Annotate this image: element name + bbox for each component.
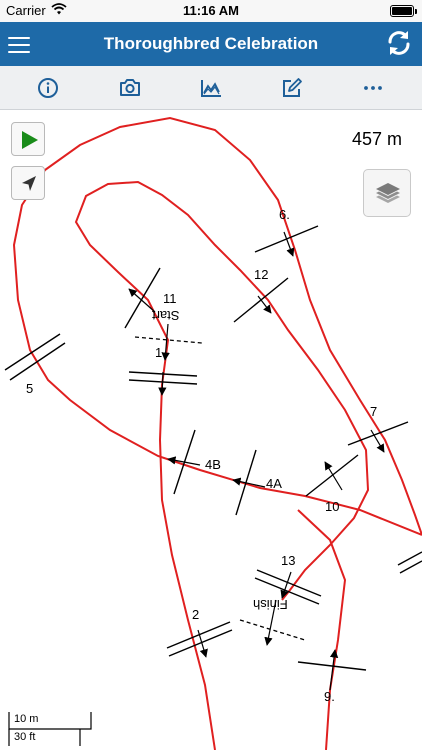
- course-map[interactable]: 457 m 6. 12 11 Start 1 5 7 4B 4A 10 13 F…: [0, 110, 422, 750]
- nav-bar: Thoroughbred Celebration: [0, 22, 422, 66]
- toolbar: [0, 66, 422, 110]
- marker-label-4b: 4B: [205, 457, 221, 472]
- course-track: [4, 116, 422, 750]
- status-time: 11:16 AM: [183, 3, 239, 18]
- direction-arrow-1: [158, 371, 167, 396]
- sync-icon[interactable]: [384, 28, 414, 58]
- marker-label-6: 6.: [279, 207, 290, 222]
- marker-label-7: 7: [370, 404, 378, 419]
- marker-label-2: 2: [192, 607, 200, 622]
- more-icon[interactable]: [360, 75, 386, 101]
- marker-label-10: 10: [325, 499, 340, 514]
- marker-label-11: 11: [163, 291, 177, 306]
- battery-icon: [390, 5, 417, 17]
- gate-10: [305, 454, 359, 497]
- locate-button[interactable]: [11, 166, 45, 200]
- marker-label-4a: 4A: [266, 476, 282, 491]
- finish-line: [239, 619, 306, 641]
- play-icon: [22, 131, 38, 149]
- info-icon[interactable]: [35, 75, 61, 101]
- marker-label-start: Start: [152, 308, 180, 323]
- direction-arrow-4a: [232, 477, 266, 488]
- direction-arrow-9: [329, 649, 339, 691]
- marker-label-9: 9.: [324, 689, 335, 704]
- chart-icon[interactable]: [198, 75, 224, 101]
- marker-label-13: 13: [281, 553, 296, 568]
- scale-meters: 10 m: [14, 713, 39, 725]
- track-finish-leg: [297, 509, 347, 750]
- direction-arrow-12: [257, 295, 272, 314]
- marker-label-12: 12: [254, 267, 269, 282]
- edit-icon[interactable]: [279, 75, 305, 101]
- layers-icon: [376, 183, 400, 203]
- marker-label-5: 5: [26, 381, 34, 396]
- marker-label-1: 1: [155, 345, 163, 360]
- scale-feet: 30 ft: [14, 731, 36, 743]
- distance-readout: 457 m: [351, 129, 402, 149]
- nav-title: Thoroughbred Celebration: [103, 34, 319, 53]
- map-scale: 10 m 30 ft: [8, 711, 94, 747]
- direction-arrow-6: [283, 231, 295, 257]
- direction-arrow-10: [324, 461, 343, 491]
- track-outer-loop: [12, 116, 422, 536]
- camera-icon[interactable]: [117, 75, 143, 101]
- status-bar: Carrier 11:16 AM: [0, 0, 422, 22]
- location-arrow-icon: [22, 176, 36, 191]
- layers-button[interactable]: [363, 169, 411, 217]
- gate-9: [297, 661, 367, 671]
- marker-label-finish: Finish: [253, 597, 288, 612]
- play-button[interactable]: [11, 122, 45, 156]
